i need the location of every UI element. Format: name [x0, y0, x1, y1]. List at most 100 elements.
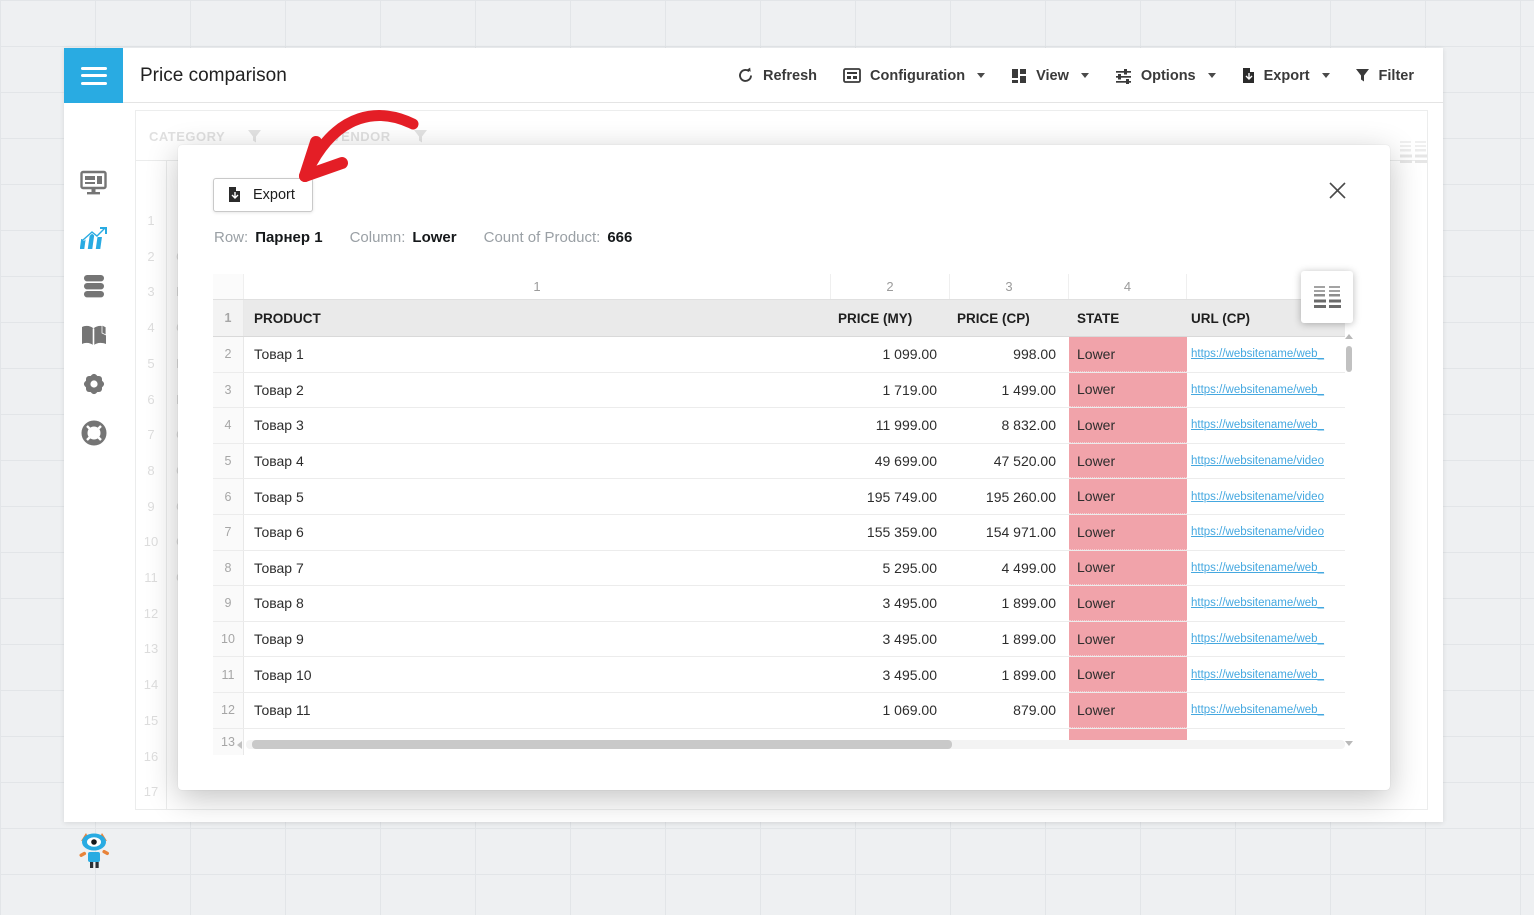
table-rows: 2 Товар 1 1 099.00 998.00 Lower https://… [213, 337, 1353, 729]
column-header-price-my[interactable]: PRICE (MY) [831, 300, 950, 336]
table-row[interactable]: 7 Товар 6 155 359.00 154 971.00 Lower ht… [213, 515, 1345, 551]
product-url-link[interactable]: https://websitename/web_ [1191, 597, 1324, 609]
price-cp-cell: 998.00 [950, 337, 1069, 372]
summary-row: Row:Парнер 1 [214, 229, 323, 246]
filter-button[interactable]: Filter [1356, 68, 1414, 84]
export-button[interactable]: Export [213, 178, 313, 212]
scroll-left-icon[interactable] [237, 741, 242, 749]
product-cell: Товар 11 [244, 693, 831, 728]
price-my-cell: 1 069.00 [831, 693, 950, 728]
state-badge: Lower [1069, 693, 1187, 728]
price-cp-cell: 1 899.00 [950, 657, 1069, 692]
product-url-link[interactable]: https://websitename/video [1191, 491, 1324, 503]
page-title: Price comparison [140, 48, 287, 103]
table-view-button[interactable] [1301, 271, 1353, 323]
sidebar-item-database[interactable] [64, 269, 123, 303]
table-row[interactable]: 12 Товар 11 1 069.00 879.00 Lower https:… [213, 693, 1345, 729]
vertical-scroll-thumb[interactable] [1346, 346, 1352, 372]
product-url-link[interactable]: https://websitename/web_ [1191, 384, 1324, 396]
refresh-button[interactable]: Refresh [737, 67, 817, 84]
row-number: 9 [213, 586, 244, 621]
chevron-down-icon [1322, 73, 1330, 78]
price-my-cell: 11 999.00 [831, 408, 950, 443]
product-cell: Товар 6 [244, 515, 831, 550]
close-icon[interactable] [1325, 178, 1349, 202]
options-button[interactable]: Options [1115, 68, 1216, 84]
sidebar-item-settings[interactable] [64, 367, 123, 401]
price-cp-cell: 1 899.00 [950, 586, 1069, 621]
view-button[interactable]: View [1011, 68, 1089, 84]
table-row[interactable]: 9 Товар 8 3 495.00 1 899.00 Lower https:… [213, 586, 1345, 622]
product-url-link[interactable]: https://websitename/web_ [1191, 348, 1324, 360]
product-url-link[interactable]: https://websitename/web_ [1191, 419, 1324, 431]
product-url-link[interactable]: https://websitename/video [1191, 455, 1324, 467]
url-cell: https://websitename/web_ [1187, 408, 1345, 443]
table-view-icon [1314, 285, 1341, 309]
summary-column: Column:Lower [350, 229, 457, 246]
options-icon [1115, 68, 1132, 84]
price-cp-cell: 879.00 [950, 693, 1069, 728]
url-cell: https://websitename/web_ [1187, 373, 1345, 408]
chevron-down-icon [977, 73, 985, 78]
price-cp-cell: 154 971.00 [950, 515, 1069, 550]
state-badge: Lower [1069, 515, 1187, 550]
scroll-up-icon[interactable] [1345, 334, 1353, 339]
horizontal-scroll-thumb[interactable] [252, 740, 952, 749]
app-header: Price comparison Refresh Configuration [64, 48, 1443, 103]
table-row[interactable]: 11 Товар 10 3 495.00 1 899.00 Lower http… [213, 657, 1345, 693]
mascot-avatar[interactable] [75, 829, 113, 871]
vertical-scrollbar[interactable] [1345, 300, 1353, 755]
table-row[interactable]: 10 Товар 9 3 495.00 1 899.00 Lower https… [213, 622, 1345, 658]
sidebar-item-help[interactable] [64, 416, 123, 450]
column-header-product[interactable]: PRODUCT [244, 300, 831, 336]
price-cp-cell: 47 520.00 [950, 444, 1069, 479]
table-row[interactable]: 4 Товар 3 11 999.00 8 832.00 Lower https… [213, 408, 1345, 444]
product-url-link[interactable]: https://websitename/video [1191, 526, 1324, 538]
row-number: 10 [213, 622, 244, 657]
table-row[interactable]: 5 Товар 4 49 699.00 47 520.00 Lower http… [213, 444, 1345, 480]
bg-category-header: CATEGORY [149, 129, 225, 144]
hamburger-menu-button[interactable] [64, 48, 123, 103]
table-row[interactable]: 6 Товар 5 195 749.00 195 260.00 Lower ht… [213, 479, 1345, 515]
row-number: 12 [213, 693, 244, 728]
product-cell: Товар 5 [244, 479, 831, 514]
price-my-cell: 49 699.00 [831, 444, 950, 479]
url-cell: https://websitename/video [1187, 515, 1345, 550]
hamburger-icon [81, 67, 107, 70]
summary-count: Count of Product:666 [484, 229, 633, 246]
table-row[interactable]: 8 Товар 7 5 295.00 4 499.00 Lower https:… [213, 551, 1345, 587]
product-cell: Товар 4 [244, 444, 831, 479]
pivot-summary: Row:Парнер 1 Column:Lower Count of Produ… [214, 229, 632, 246]
row-number: 3 [213, 373, 244, 408]
price-my-cell: 5 295.00 [831, 551, 950, 586]
export-file-icon [228, 187, 241, 203]
sidebar-item-analytics[interactable] [64, 222, 123, 256]
export-icon [1242, 68, 1255, 84]
product-url-link[interactable]: https://websitename/web_ [1191, 633, 1324, 645]
filter-icon [248, 130, 261, 143]
export-menu-button[interactable]: Export [1242, 68, 1330, 84]
product-url-link[interactable]: https://websitename/web_ [1191, 669, 1324, 681]
product-url-link[interactable]: https://websitename/web_ [1191, 562, 1324, 574]
column-header-price-cp[interactable]: PRICE (CP) [950, 300, 1069, 336]
configuration-button[interactable]: Configuration [843, 68, 985, 84]
state-badge: Lower [1069, 408, 1187, 443]
row-number: 6 [213, 479, 244, 514]
column-header-state[interactable]: STATE [1069, 300, 1187, 336]
scroll-down-icon[interactable] [1345, 741, 1353, 746]
chevron-down-icon [1081, 73, 1089, 78]
table-row[interactable]: 3 Товар 2 1 719.00 1 499.00 Lower https:… [213, 373, 1345, 409]
url-cell: https://websitename/web_ [1187, 586, 1345, 621]
analytics-icon [80, 226, 108, 252]
horizontal-scrollbar[interactable] [246, 740, 1345, 749]
sidebar-item-dashboard[interactable] [64, 166, 123, 200]
row-number: 4 [213, 408, 244, 443]
table-row[interactable]: 2 Товар 1 1 099.00 998.00 Lower https://… [213, 337, 1345, 373]
filter-icon [1356, 69, 1370, 83]
price-my-cell: 1 719.00 [831, 373, 950, 408]
gear-icon [81, 371, 107, 397]
product-url-link[interactable]: https://websitename/web_ [1191, 704, 1324, 716]
state-badge: Lower [1069, 444, 1187, 479]
price-cp-cell: 1 899.00 [950, 622, 1069, 657]
sidebar-item-catalog[interactable] [64, 319, 123, 353]
